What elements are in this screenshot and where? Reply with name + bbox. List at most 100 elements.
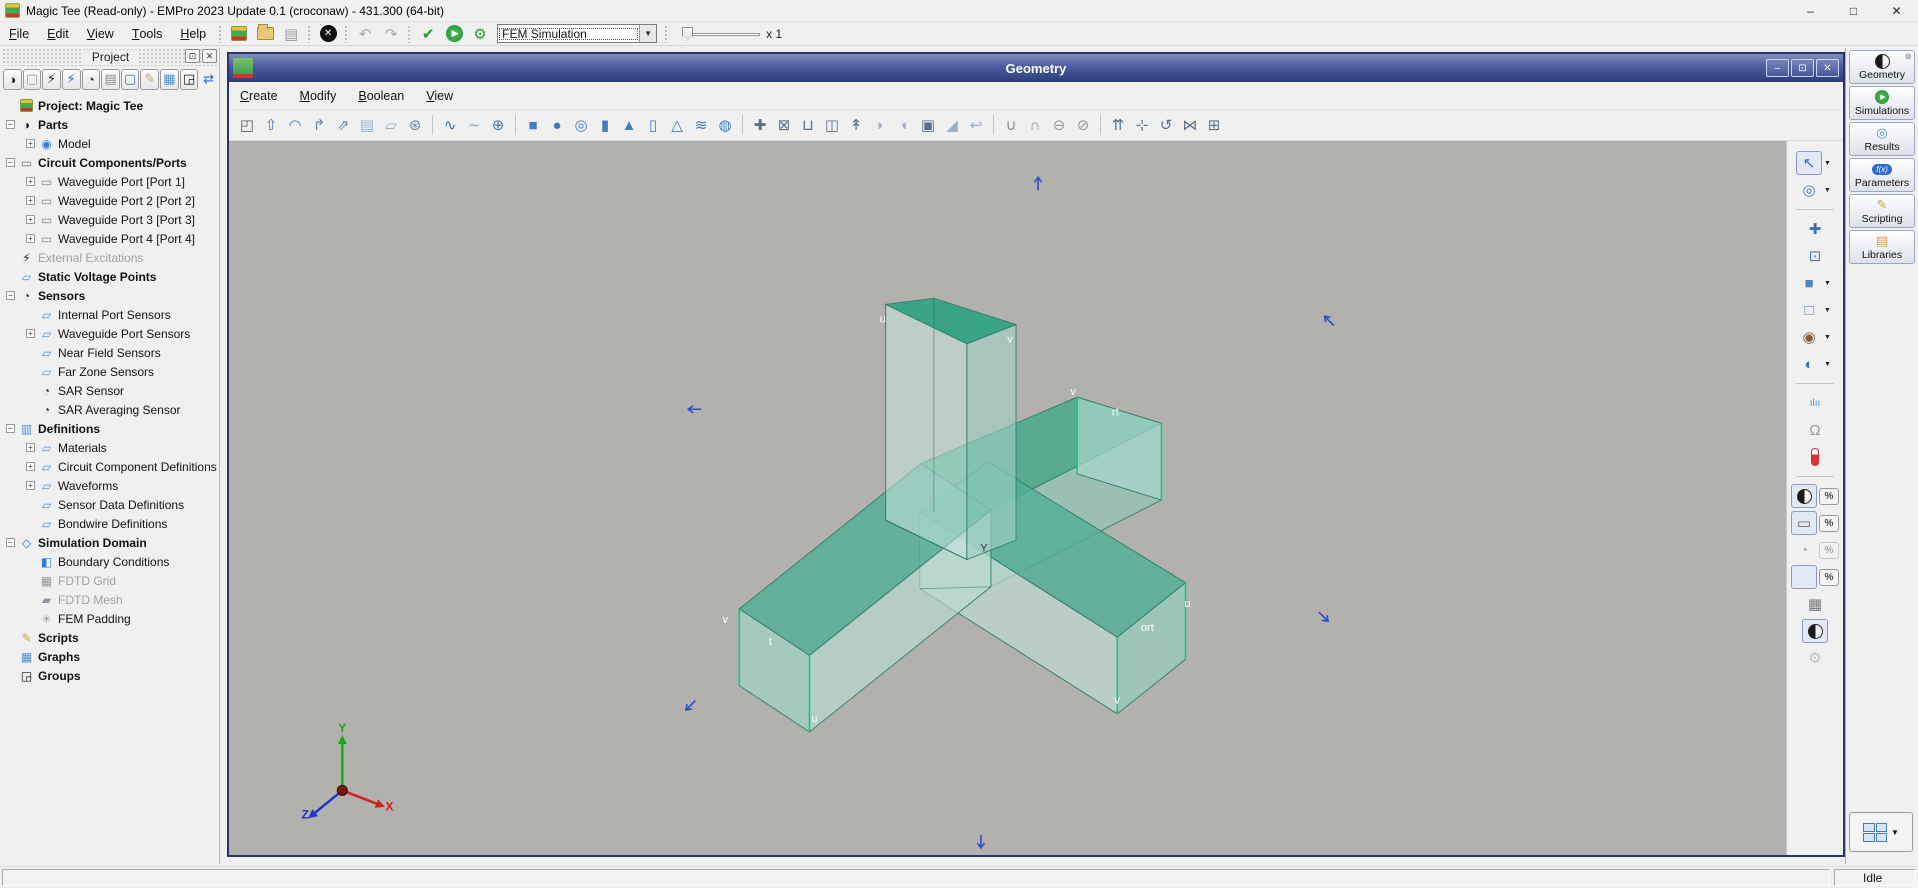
impedance-view-button[interactable]: Ω — [1802, 418, 1828, 442]
tab-scripting[interactable]: ✎ Scripting — [1849, 194, 1915, 228]
expand-icon[interactable]: + — [26, 462, 35, 471]
tree-item[interactable]: + ▭ Waveguide Port 2 [Port 2] — [2, 191, 219, 210]
intersect-icon[interactable]: ∩ — [1023, 113, 1047, 137]
combo-dropdown-icon[interactable]: ▼ — [639, 25, 657, 42]
tree-item[interactable]: + ▱ Waveforms — [2, 476, 219, 495]
torus-icon[interactable]: ◎ — [569, 113, 593, 137]
tree-item[interactable]: ◲ Groups — [2, 666, 219, 685]
geometry-menu-view[interactable]: View — [415, 89, 464, 103]
save-project-button[interactable]: ▤ — [279, 23, 303, 45]
new-project-button[interactable] — [227, 23, 251, 45]
tab-libraries[interactable]: ▤ Libraries — [1849, 230, 1915, 264]
face-offset-icon[interactable]: ▣ — [916, 113, 940, 137]
round-edge-icon[interactable]: ◗ — [868, 113, 892, 137]
tab-results[interactable]: ◎ Results — [1849, 122, 1915, 156]
thermal-view-button[interactable] — [1802, 445, 1828, 469]
tree-item[interactable]: ▱ Static Voltage Points — [2, 267, 219, 286]
simulation-domain-button[interactable]: ▢ — [120, 68, 140, 90]
tree-item[interactable]: ◔ SAR Sensor — [2, 381, 219, 400]
excitations-button[interactable]: ⚡ — [42, 68, 61, 90]
tab-parameters[interactable]: f(x) Parameters — [1849, 158, 1915, 192]
chevron-down-icon[interactable]: ▼ — [1824, 280, 1834, 287]
tree-item[interactable]: ◔ SAR Averaging Sensor — [2, 400, 219, 419]
tree-item[interactable]: + ▱ Circuit Component Definitions — [2, 457, 219, 476]
view-settings-button[interactable]: ⚙ — [1802, 646, 1828, 670]
transform-icon[interactable]: ⊹ — [1130, 113, 1154, 137]
menu-view[interactable]: View — [78, 22, 123, 45]
copy-body-icon[interactable]: ⊞ — [1202, 113, 1226, 137]
loft-icon[interactable]: ⇗ — [331, 113, 355, 137]
rotate-icon[interactable]: ↺ — [1154, 113, 1178, 137]
tab-geometry[interactable]: Geometry ⊗ — [1849, 50, 1915, 84]
union-icon[interactable]: ∪ — [999, 113, 1023, 137]
tree-item[interactable]: ▱ Far Zone Sensors — [2, 362, 219, 381]
show-mesh-button[interactable]: ▦ — [1802, 592, 1828, 616]
shaded-view-button[interactable]: ■ — [1796, 271, 1822, 295]
chevron-down-icon[interactable]: ▼ — [1824, 307, 1834, 314]
simulation-type-combo[interactable]: FEM Simulation ▼ — [497, 24, 658, 43]
tree-item[interactable]: ▱ Bondwire Definitions — [2, 514, 219, 533]
wireframe-view-button[interactable]: □ — [1796, 298, 1822, 322]
expand-icon[interactable]: + — [26, 215, 35, 224]
pyramid-icon[interactable]: △ — [665, 113, 689, 137]
menu-file[interactable]: File — [0, 22, 38, 45]
show-far-fields-button-percent[interactable]: % — [1819, 568, 1839, 586]
chamfer-edge-icon[interactable]: ◖ — [892, 113, 916, 137]
cover-sheet-icon[interactable]: ▱ — [379, 113, 403, 137]
pan-tool[interactable]: ✚ — [1802, 217, 1828, 241]
tree-item[interactable]: ▦ Graphs — [2, 647, 219, 666]
show-parts-button[interactable] — [1791, 484, 1817, 508]
extrude-icon[interactable]: ⇧ — [259, 113, 283, 137]
slider-thumb[interactable] — [682, 26, 694, 41]
menu-tools[interactable]: Tools — [123, 22, 172, 45]
sync-tree-button[interactable]: ⇄ — [199, 69, 218, 90]
show-ports-button-percent[interactable]: % — [1819, 514, 1839, 532]
cylinder-icon[interactable]: ▮ — [593, 113, 617, 137]
tree-item[interactable]: + ◉ Model — [2, 134, 219, 153]
maximize-button[interactable]: □ — [1832, 0, 1875, 22]
show-ports-button[interactable]: ▭ — [1791, 511, 1817, 535]
translate-icon[interactable]: ⇈ — [1106, 113, 1130, 137]
geom-restore-button[interactable]: ⊡ — [1791, 59, 1814, 77]
scripts-button[interactable]: ✎ — [140, 68, 160, 90]
taper-icon[interactable]: ◢ — [940, 113, 964, 137]
geodesic-sphere-icon[interactable]: ⊕ — [486, 113, 510, 137]
geometry-titlebar[interactable]: Geometry – ⊡ ✕ — [229, 54, 1843, 82]
redo-button[interactable]: ↷ — [379, 23, 403, 45]
geometry-canvas[interactable]: u v v rt v t u ort u v Y X Y Z — [229, 141, 1786, 855]
tree-item[interactable]: ✎ Scripts — [2, 628, 219, 647]
collapse-icon[interactable]: − — [6, 291, 15, 300]
mirror-icon[interactable]: ⋈ — [1178, 113, 1202, 137]
collapse-icon[interactable]: − — [6, 538, 15, 547]
static-voltage-button[interactable]: ⚡ — [61, 68, 81, 90]
import-geometry-icon[interactable]: ◰ — [235, 113, 259, 137]
circuit-components-button[interactable]: ▢ — [22, 68, 42, 90]
chop-icon[interactable]: ⊘ — [1071, 113, 1095, 137]
sensors-button[interactable]: ◔ — [81, 68, 101, 90]
close-button[interactable]: ✕ — [1875, 0, 1918, 22]
window-arrange-button[interactable]: ▼ — [1849, 812, 1913, 852]
close-icon[interactable]: ⊗ — [1904, 51, 1912, 62]
parts-button[interactable]: ◑ — [3, 68, 22, 90]
expand-icon[interactable]: + — [26, 177, 35, 186]
project-panel-header[interactable]: Project ⊡ ✕ — [2, 48, 219, 66]
tree-item[interactable]: ✳ FEM Padding — [2, 609, 219, 628]
tree-item[interactable]: ▱ Near Field Sensors — [2, 343, 219, 362]
move-tool-icon[interactable]: ✚ — [748, 113, 772, 137]
geometry-menu-boolean[interactable]: Boolean — [347, 89, 415, 103]
zoom-extents-tool[interactable]: ⊡ — [1802, 244, 1828, 268]
delete-body-icon[interactable]: ⊠ — [772, 113, 796, 137]
tree-item[interactable]: ▱ Internal Port Sensors — [2, 305, 219, 324]
sheet-body-icon[interactable]: ▤ — [355, 113, 379, 137]
extrude-face-icon[interactable]: ↟ — [844, 113, 868, 137]
prism-icon[interactable]: ▯ — [641, 113, 665, 137]
show-sensors-button[interactable]: ◔ — [1791, 538, 1817, 562]
groups-button[interactable]: ◲ — [179, 68, 199, 90]
expand-icon[interactable]: + — [26, 234, 35, 243]
menu-help[interactable]: Help — [171, 22, 215, 45]
mesh-view-button[interactable]: ılıı — [1802, 391, 1828, 415]
cone-icon[interactable]: ▲ — [617, 113, 641, 137]
panel-close-button[interactable]: ✕ — [202, 49, 217, 63]
abort-button[interactable]: ✕ — [316, 23, 340, 45]
clip-plane-button[interactable]: ◐ — [1796, 352, 1822, 376]
